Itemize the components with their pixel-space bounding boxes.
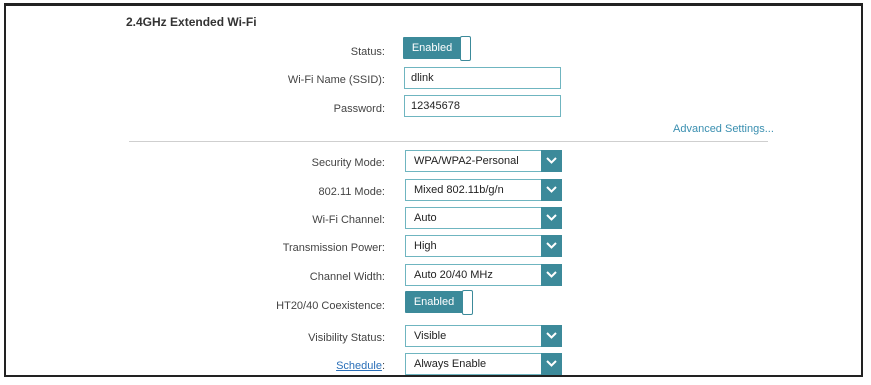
- channel-width-label: Channel Width:: [309, 271, 385, 283]
- status-label: Status:: [350, 46, 385, 58]
- channel-width-value: Auto 20/40 MHz: [414, 269, 493, 281]
- schedule-label: Schedule:: [336, 360, 385, 372]
- ht-coexistence-label: HT20/40 Coexistence:: [276, 300, 385, 312]
- 80211-mode-value: Mixed 802.11b/g/n: [414, 184, 504, 196]
- tx-power-select[interactable]: High: [405, 235, 562, 257]
- 80211-mode-select[interactable]: Mixed 802.11b/g/n: [405, 179, 562, 201]
- ht-coexistence-toggle[interactable]: Enabled: [405, 290, 475, 315]
- visibility-value: Visible: [414, 330, 447, 342]
- visibility-select[interactable]: Visible: [405, 325, 562, 347]
- schedule-link[interactable]: Schedule: [336, 360, 382, 372]
- visibility-label: Visibility Status:: [308, 332, 385, 344]
- ssid-input[interactable]: [404, 67, 561, 89]
- settings-panel: 2.4GHz Extended Wi-Fi Status: Enabled Wi…: [4, 3, 863, 377]
- tx-power-value: High: [414, 240, 437, 252]
- chevron-down-icon[interactable]: [541, 264, 562, 286]
- wifi-channel-select[interactable]: Auto: [405, 207, 562, 229]
- toggle-knob[interactable]: [460, 36, 471, 61]
- password-input[interactable]: [404, 95, 561, 117]
- status-toggle[interactable]: Enabled: [403, 36, 473, 61]
- tx-power-label: Transmission Power:: [282, 242, 385, 254]
- schedule-select[interactable]: Always Enable: [405, 353, 562, 375]
- chevron-down-icon[interactable]: [541, 353, 562, 375]
- wifi-channel-value: Auto: [414, 212, 437, 224]
- chevron-down-icon[interactable]: [541, 207, 562, 229]
- chevron-down-icon[interactable]: [541, 325, 562, 347]
- divider: [129, 141, 768, 142]
- ht-coexistence-toggle-text: Enabled: [405, 291, 463, 313]
- 80211-mode-label: 802.11 Mode:: [318, 186, 385, 198]
- security-mode-select[interactable]: WPA/WPA2-Personal: [405, 150, 562, 172]
- schedule-value: Always Enable: [414, 358, 487, 370]
- channel-width-select[interactable]: Auto 20/40 MHz: [405, 264, 562, 286]
- advanced-settings-link[interactable]: Advanced Settings...: [673, 123, 774, 135]
- chevron-down-icon[interactable]: [541, 179, 562, 201]
- chevron-down-icon[interactable]: [541, 150, 562, 172]
- chevron-down-icon[interactable]: [541, 235, 562, 257]
- toggle-knob[interactable]: [462, 290, 473, 315]
- status-toggle-text: Enabled: [403, 37, 461, 59]
- wifi-channel-label: Wi-Fi Channel:: [312, 214, 385, 226]
- schedule-label-colon: :: [381, 360, 385, 372]
- password-label: Password:: [333, 103, 385, 115]
- security-mode-label: Security Mode:: [311, 157, 385, 169]
- ssid-label: Wi-Fi Name (SSID):: [287, 74, 385, 86]
- section-title: 2.4GHz Extended Wi-Fi: [126, 15, 257, 29]
- security-mode-value: WPA/WPA2-Personal: [414, 155, 519, 167]
